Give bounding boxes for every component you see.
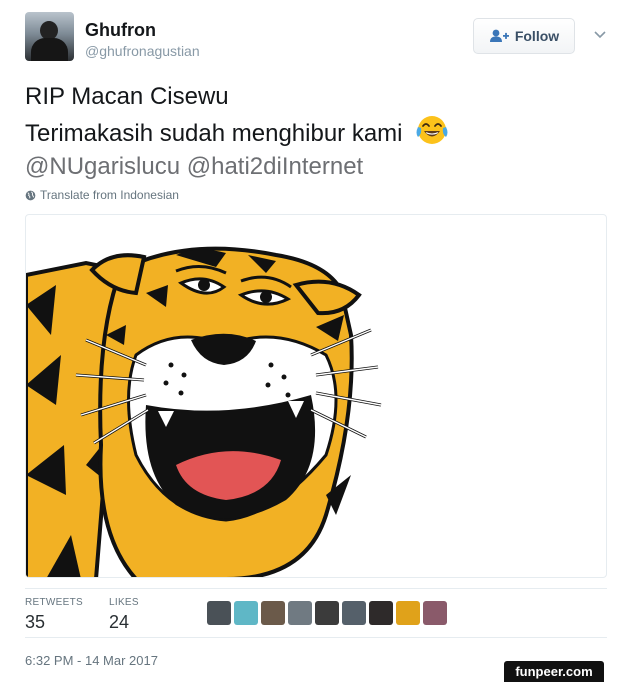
liker-avatar[interactable]: [369, 601, 393, 625]
tweet-line-1: RIP Macan Cisewu: [25, 83, 229, 110]
globe-icon: [25, 190, 36, 200]
watermark: funpeer.com: [504, 661, 604, 682]
liker-avatar[interactable]: [207, 601, 231, 625]
tweet-mentions: @NUgarislucu @hati2diInternet: [25, 150, 449, 183]
liker-avatar[interactable]: [423, 601, 447, 625]
retweets-count: 35: [25, 612, 46, 632]
likes-label: LIKES: [109, 597, 139, 608]
tiger-cartoon-image: [26, 246, 382, 577]
liker-avatar[interactable]: [315, 601, 339, 625]
liker-avatar[interactable]: [288, 601, 312, 625]
mention-link[interactable]: @NUgarislucu: [25, 153, 180, 180]
add-user-icon: [489, 29, 509, 42]
avatar-torso: [31, 38, 68, 61]
liker-avatar[interactable]: [342, 601, 366, 625]
follow-label: Follow: [514, 28, 560, 44]
likes-count: 24: [109, 612, 130, 632]
tweet-stats: RETWEETS 35 LIKES 24: [25, 588, 607, 638]
liker-avatars: [207, 601, 447, 625]
tweet-timestamp[interactable]: 6:32 PM - 14 Mar 2017: [25, 653, 158, 668]
retweets-stat[interactable]: RETWEETS 35: [25, 597, 83, 633]
screen-name[interactable]: @ghufronagustian: [85, 43, 200, 59]
translate-link[interactable]: Translate from Indonesian: [25, 188, 179, 202]
translate-label: Translate from Indonesian: [40, 188, 179, 202]
avatar[interactable]: [25, 12, 74, 61]
liker-avatar[interactable]: [261, 601, 285, 625]
face-with-tears-of-joy-icon: [416, 116, 448, 144]
tweet-text: RIP Macan Cisewu Terimakasih sudah mengh…: [25, 80, 449, 183]
likes-stat[interactable]: LIKES 24: [109, 597, 139, 633]
liker-avatar[interactable]: [234, 601, 258, 625]
liker-avatar[interactable]: [396, 601, 420, 625]
follow-button[interactable]: Follow: [473, 18, 575, 54]
chevron-down-icon[interactable]: [592, 26, 608, 42]
retweets-label: RETWEETS: [25, 597, 83, 608]
tweet-header: Ghufron @ghufronagustian Follow: [25, 12, 615, 64]
display-name[interactable]: Ghufron: [85, 20, 156, 41]
tweet-media-image[interactable]: [25, 214, 607, 578]
mention-link[interactable]: @hati2diInternet: [187, 153, 363, 180]
tweet-line-2: Terimakasih sudah menghibur kami: [25, 113, 449, 150]
tweet-line-2-text: Terimakasih sudah menghibur kami: [25, 120, 403, 147]
